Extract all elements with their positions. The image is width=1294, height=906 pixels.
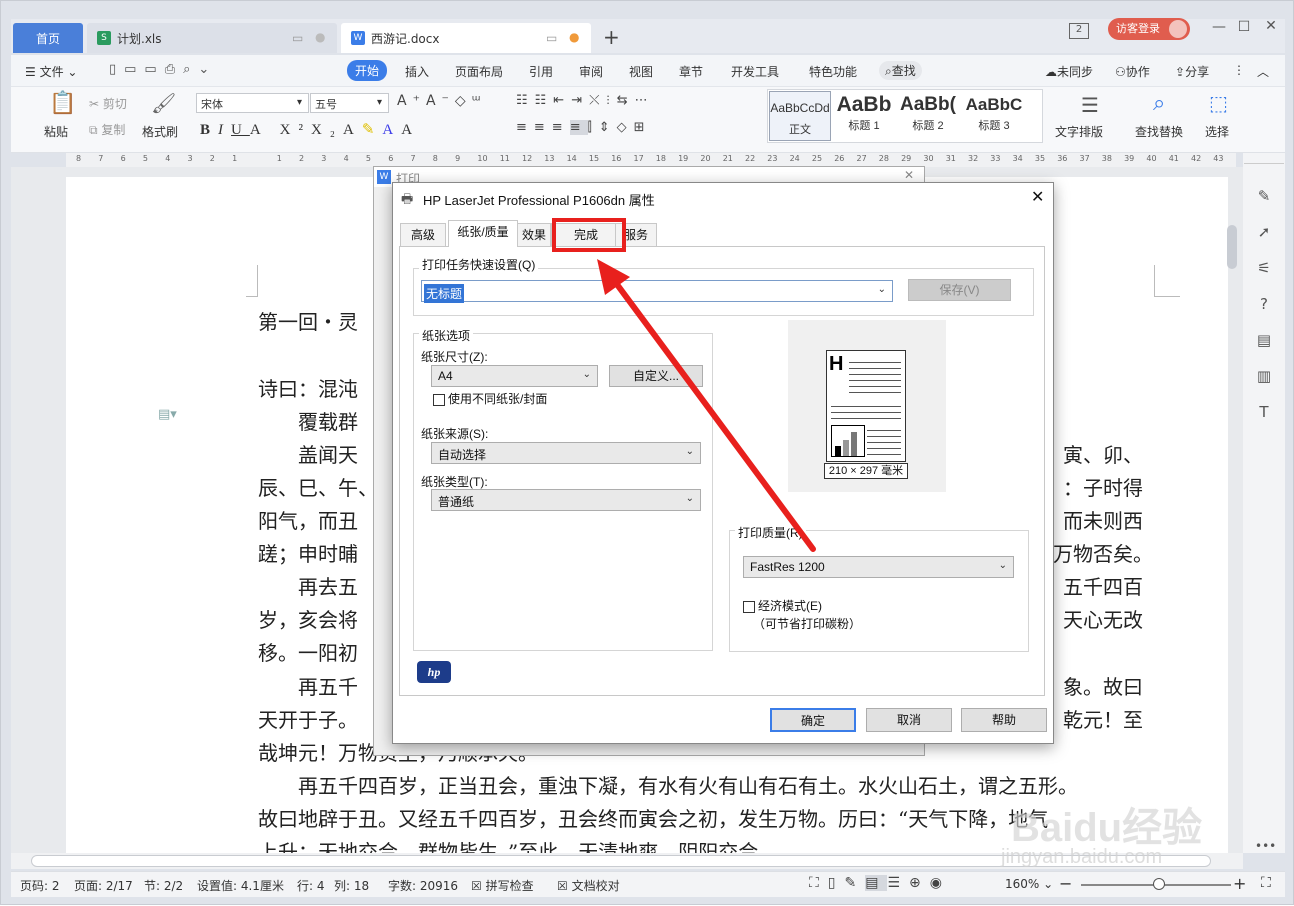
arrow-shaft	[610, 276, 816, 552]
tab-paper-quality[interactable]: 纸张/质量	[448, 220, 518, 247]
watermark-logo: Baidu经验	[1011, 806, 1203, 850]
arrow-head	[597, 259, 630, 295]
wps-window: 首页 S 计划.xls ▭ ● W 西游记.docx ▭ ● + 2 访客登录 …	[0, 0, 1294, 905]
annotation-arrow	[597, 259, 816, 552]
watermark-url: jingyan.baidu.com	[1001, 846, 1163, 868]
